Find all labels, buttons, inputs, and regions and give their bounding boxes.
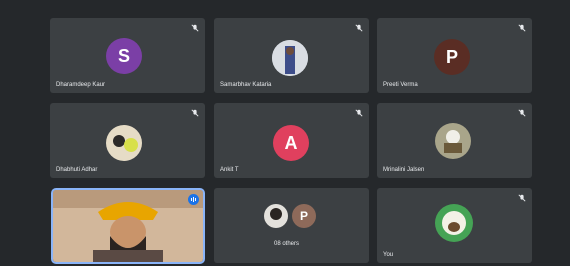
camera-video: [53, 190, 203, 262]
mic-off-icon: [355, 109, 363, 117]
participant-tile-2[interactable]: Samarbhav Kataria: [214, 18, 369, 93]
mic-off-icon: [518, 24, 526, 32]
participant-tile-4[interactable]: Dhabhuti Adhar: [50, 103, 205, 178]
mic-off-icon: [355, 24, 363, 32]
participant-tile-6[interactable]: Mrinalini Jalsen: [377, 103, 532, 178]
avatar: A: [273, 125, 309, 161]
participant-grid: S Dharamdeep Kaur Samarbhav Kataria P Pr…: [50, 18, 532, 263]
mic-off-icon: [518, 194, 526, 202]
mic-off-icon: [518, 109, 526, 117]
avatar: [264, 204, 288, 228]
avatar: [435, 204, 473, 242]
video-call-screen: S Dharamdeep Kaur Samarbhav Kataria P Pr…: [0, 0, 570, 266]
participant-name: Ankit T: [220, 167, 239, 173]
participant-name: Dharamdeep Kaur: [56, 82, 106, 88]
avatar: P: [434, 39, 470, 75]
participant-tile-you[interactable]: You: [377, 188, 532, 263]
participant-tile-5[interactable]: A Ankit T: [214, 103, 369, 178]
participant-name: 08 others: [274, 241, 300, 247]
mic-off-icon: [191, 24, 199, 32]
avatar: [106, 125, 142, 161]
mic-off-icon: [191, 109, 199, 117]
avatar: [435, 123, 471, 159]
participant-name: You: [383, 252, 394, 258]
participant-name: Mrinalini Jalsen: [383, 167, 425, 173]
participant-tile-self-video[interactable]: [53, 190, 203, 262]
participant-tile-1[interactable]: S Dharamdeep Kaur: [50, 18, 205, 93]
speaking-indicator-icon: [188, 194, 199, 205]
participant-name: Preeti Verma: [383, 82, 418, 88]
participant-name: Dhabhuti Adhar: [56, 167, 98, 173]
avatar: P: [292, 204, 316, 228]
participant-tile-3[interactable]: P Preeti Verma: [377, 18, 532, 93]
avatar: [272, 40, 308, 76]
avatar: S: [106, 38, 142, 74]
participant-name: Samarbhav Kataria: [220, 82, 272, 88]
participant-tile-others[interactable]: P 08 others: [214, 188, 369, 263]
